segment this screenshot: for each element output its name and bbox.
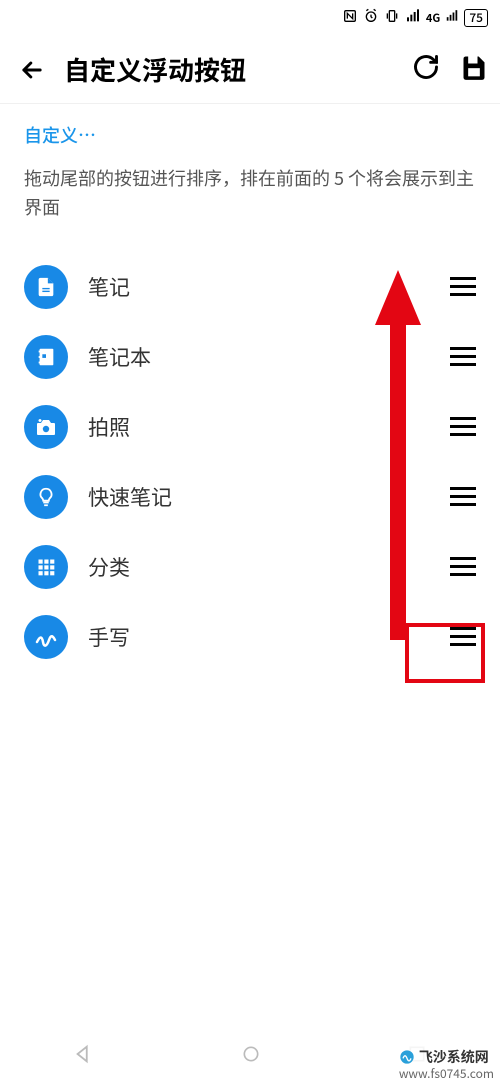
content-area: 自定义… 拖动尾部的按钮进行排序，排在前面的 5 个将会展示到主界面 笔记 笔记… (0, 104, 500, 672)
notebook-icon (24, 335, 68, 379)
vibrate-icon (384, 8, 400, 29)
watermark-logo-icon (399, 1049, 415, 1065)
item-label: 手写 (88, 622, 430, 652)
breadcrumb[interactable]: 自定义… (24, 122, 476, 148)
item-label: 拍照 (88, 412, 430, 442)
hint-text: 拖动尾部的按钮进行排序，排在前面的 5 个将会展示到主界面 (24, 164, 476, 222)
nav-home-button[interactable] (241, 1044, 261, 1069)
watermark: 飞沙系统网 www.fs0745.com (393, 1046, 500, 1084)
grid-icon (24, 545, 68, 589)
nav-back-button[interactable] (73, 1043, 95, 1070)
item-label: 快速笔记 (88, 482, 430, 512)
battery-indicator: 75 (464, 9, 488, 27)
network-label: 4G (426, 10, 440, 26)
nfc-icon (342, 8, 358, 29)
status-icons: 4G 75 (342, 8, 488, 29)
alarm-icon (363, 8, 379, 29)
list-item-quicknote: 快速笔记 (24, 462, 476, 532)
note-icon (24, 265, 68, 309)
drag-handle-icon[interactable] (450, 551, 476, 582)
page-title: 自定义浮动按钮 (64, 51, 400, 88)
app-toolbar: 自定义浮动按钮 (0, 36, 500, 104)
status-bar: 4G 75 (0, 0, 500, 36)
list-item-note: 笔记 (24, 252, 476, 322)
save-button[interactable] (460, 53, 488, 86)
sortable-list: 笔记 笔记本 拍照 快速笔记 (24, 252, 476, 672)
drag-handle-icon[interactable] (450, 481, 476, 512)
refresh-button[interactable] (412, 53, 440, 86)
list-item-camera: 拍照 (24, 392, 476, 462)
back-button[interactable] (12, 56, 52, 84)
camera-icon (24, 405, 68, 449)
drag-handle-icon[interactable] (450, 341, 476, 372)
list-item-category: 分类 (24, 532, 476, 602)
drag-handle-icon[interactable] (450, 271, 476, 302)
item-label: 笔记本 (88, 342, 430, 372)
list-item-notebook: 笔记本 (24, 322, 476, 392)
battery-percent: 75 (469, 9, 483, 26)
item-label: 笔记 (88, 272, 430, 302)
watermark-brand: 飞沙系统网 (419, 1048, 489, 1066)
annotation-highlight (405, 623, 485, 683)
item-label: 分类 (88, 552, 430, 582)
handwriting-icon (24, 615, 68, 659)
signal-icon (405, 8, 421, 29)
signal-bars-2-icon (445, 8, 459, 29)
drag-handle-icon[interactable] (450, 411, 476, 442)
watermark-url: www.fs0745.com (399, 1066, 494, 1082)
bulb-icon (24, 475, 68, 519)
